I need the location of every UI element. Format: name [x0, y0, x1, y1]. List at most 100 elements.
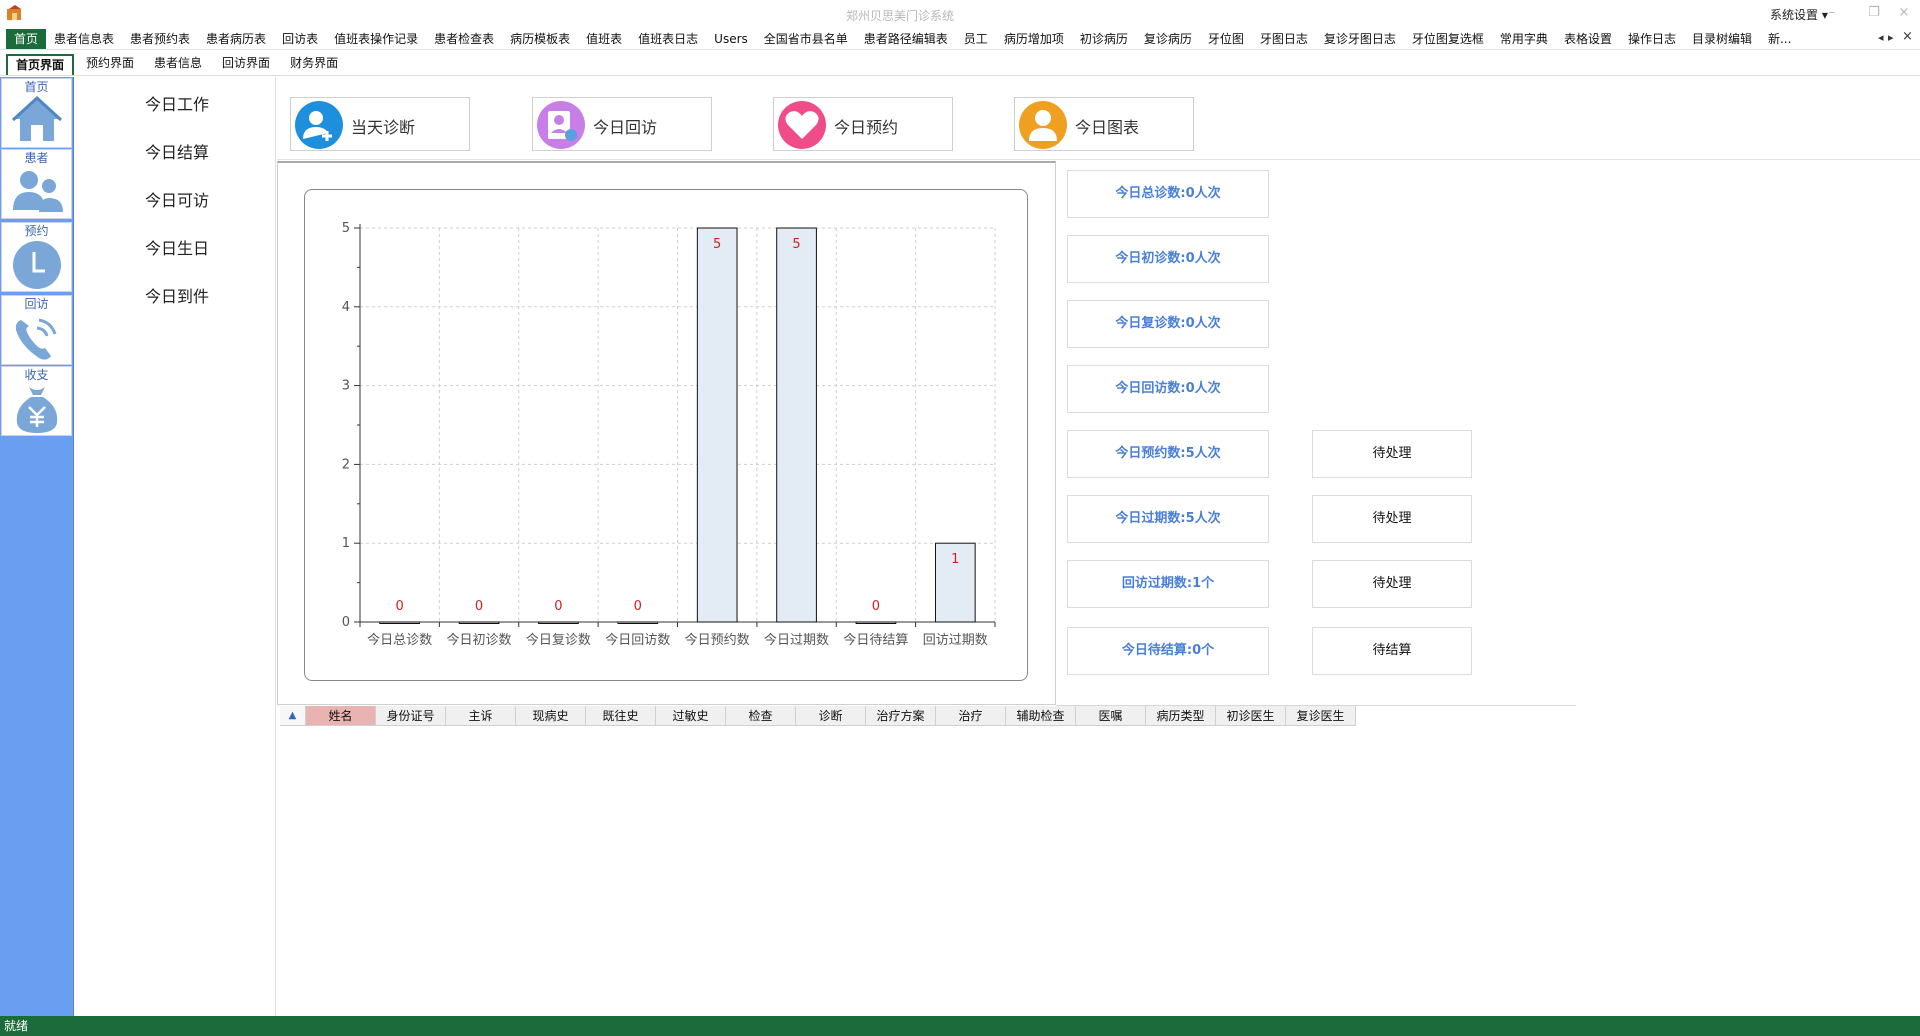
stat-box-1: 今日初诊数:0人次	[1067, 235, 1269, 283]
grid-column-header-0[interactable]: 姓名	[306, 706, 376, 726]
stat-action-button-5[interactable]: 待处理	[1312, 495, 1472, 543]
menu-item-17[interactable]: 牙位图	[1200, 29, 1252, 49]
stat-box-5: 今日过期数:5人次	[1067, 495, 1269, 543]
grid-column-header-2[interactable]: 主诉	[446, 706, 516, 726]
users-icon	[12, 171, 63, 212]
bar-4	[696, 227, 738, 623]
nav-followup-button[interactable]: 回访	[1, 295, 72, 365]
bar-value-label-5: 5	[792, 237, 800, 252]
menu-item-1[interactable]: 患者信息表	[46, 29, 122, 49]
menu-item-13[interactable]: 员工	[956, 29, 996, 49]
x-tick-label-2: 今日复诊数	[526, 632, 591, 648]
nav-finance-button[interactable]: 收支	[1, 366, 72, 436]
minimize-button[interactable]: –	[1818, 4, 1846, 22]
window-title: 郑州贝思美门诊系统	[845, 9, 954, 23]
grid-column-header-4[interactable]: 既往史	[586, 706, 656, 726]
menu-item-20[interactable]: 牙位图复选框	[1404, 29, 1492, 49]
today-item-3[interactable]: 今日生日	[145, 235, 209, 259]
grid-column-header-7[interactable]: 诊断	[796, 706, 866, 726]
grid-corner-lock-icon[interactable]: ▲	[280, 706, 306, 726]
sub-tab-bar: 首页界面 预约界面 患者信息 回访界面 财务界面	[0, 52, 1920, 76]
menu-item-21[interactable]: 常用字典	[1492, 29, 1556, 49]
menu-close-button[interactable]: ×	[1902, 29, 1913, 44]
quick-button-3[interactable]: 今日图表	[1014, 97, 1194, 151]
menu-item-15[interactable]: 初诊病历	[1072, 29, 1136, 49]
quick-button-2[interactable]: 今日预约	[773, 97, 953, 151]
y-tick-label-3: 3	[342, 379, 350, 394]
nav-followup-label: 回访	[24, 297, 49, 311]
menu-item-14[interactable]: 病历增加项	[996, 29, 1072, 49]
home-icon	[11, 95, 62, 141]
bar-value-label-1: 0	[475, 599, 483, 614]
menu-item-22[interactable]: 表格设置	[1556, 29, 1620, 49]
menu-item-7[interactable]: 病历模板表	[502, 29, 578, 49]
money-bag-icon	[16, 387, 57, 433]
restore-button[interactable]: ❐	[1860, 4, 1888, 22]
menu-item-19[interactable]: 复诊牙图日志	[1316, 29, 1404, 49]
menu-item-4[interactable]: 回访表	[274, 29, 326, 49]
grid-column-header-3[interactable]: 现病史	[516, 706, 586, 726]
menu-item-16[interactable]: 复诊病历	[1136, 29, 1200, 49]
nav-patients-button[interactable]: 患者	[1, 149, 72, 219]
bar-value-label-2: 0	[554, 599, 562, 614]
grid-column-header-8[interactable]: 治疗方案	[866, 706, 936, 726]
y-tick-label-2: 2	[342, 457, 350, 472]
menu-item-3[interactable]: 患者病历表	[198, 29, 274, 49]
grid-column-header-10[interactable]: 辅助检查	[1006, 706, 1076, 726]
y-tick-label-0: 0	[342, 615, 350, 630]
menu-item-25[interactable]: 新...	[1760, 29, 1799, 49]
menu-scroll-right-button[interactable]: ▸	[1888, 31, 1894, 44]
menu-item-6[interactable]: 患者检查表	[426, 29, 502, 49]
menu-item-18[interactable]: 牙图日志	[1252, 29, 1316, 49]
menu-scroll-left-button[interactable]: ◂	[1878, 31, 1884, 44]
quick-button-0[interactable]: 当天诊断	[290, 97, 470, 151]
grid-column-header-11[interactable]: 医嘱	[1076, 706, 1146, 726]
grid-column-header-5[interactable]: 过敏史	[656, 706, 726, 726]
menu-item-9[interactable]: 值班表日志	[630, 29, 706, 49]
stat-box-4: 今日预约数:5人次	[1067, 430, 1269, 478]
menu-item-23[interactable]: 操作日志	[1620, 29, 1684, 49]
x-tick-label-1: 今日初诊数	[447, 632, 512, 648]
menu-item-8[interactable]: 值班表	[578, 29, 630, 49]
nav-appointment-button[interactable]: 预约	[1, 222, 72, 292]
y-tick-label-4: 4	[342, 300, 350, 315]
stat-action-button-6[interactable]: 待处理	[1312, 560, 1472, 608]
subtab-4[interactable]: 财务界面	[282, 54, 346, 75]
menu-item-0[interactable]: 首页	[6, 28, 47, 49]
grid-column-header-6[interactable]: 检查	[726, 706, 796, 726]
grid-column-header-14[interactable]: 复诊医生	[1286, 706, 1356, 726]
stat-action-button-4[interactable]: 待处理	[1312, 430, 1472, 478]
nav-home-button[interactable]: 首页	[1, 78, 72, 148]
quick-button-1[interactable]: 今日回访	[532, 97, 712, 151]
grid-column-header-13[interactable]: 初诊医生	[1216, 706, 1286, 726]
menu-item-10[interactable]: Users	[706, 29, 756, 49]
today-item-4[interactable]: 今日到件	[145, 283, 209, 307]
subtab-1[interactable]: 预约界面	[78, 54, 142, 75]
menu-item-5[interactable]: 值班表操作记录	[326, 29, 426, 49]
bar-value-label-3: 0	[634, 599, 642, 614]
grid-column-header-1[interactable]: 身份证号	[376, 706, 446, 726]
bar-6	[855, 621, 897, 624]
menu-item-11[interactable]: 全国省市县名单	[756, 29, 856, 49]
nav-finance-label: 收支	[24, 368, 49, 382]
today-item-1[interactable]: 今日结算	[145, 139, 209, 163]
section-divider	[277, 159, 1920, 160]
today-item-2[interactable]: 今日可访	[145, 187, 209, 211]
bar-value-label-4: 5	[713, 237, 721, 252]
phone-icon	[15, 318, 56, 360]
subtab-3[interactable]: 回访界面	[214, 54, 278, 75]
subtab-2[interactable]: 患者信息	[146, 54, 210, 75]
stat-action-button-7[interactable]: 待结算	[1312, 627, 1472, 675]
grid-column-header-12[interactable]: 病历类型	[1146, 706, 1216, 726]
nav-home-label: 首页	[24, 80, 49, 94]
add-user-icon	[295, 101, 343, 149]
today-item-0[interactable]: 今日工作	[145, 91, 209, 115]
grid-column-header-9[interactable]: 治疗	[936, 706, 1006, 726]
bar-chart: 0 1 2 3 4 5 0 今日总诊数 0 今日初诊数 0 今日复诊数 0 今日回访数 5 今日预约数 5 今日过…	[342, 221, 996, 648]
chart-frame: 0 1 2 3 4 5 0 今日总诊数 0 今日初诊数 0 今日复诊数 0 今日回访数 5 今日预约数 5 今日过…	[304, 189, 1028, 681]
menu-item-2[interactable]: 患者预约表	[122, 29, 198, 49]
menu-item-12[interactable]: 患者路径编辑表	[856, 29, 956, 49]
menu-item-24[interactable]: 目录树编辑	[1684, 29, 1760, 49]
close-window-button[interactable]: ×	[1890, 4, 1918, 22]
subtab-0[interactable]: 首页界面	[6, 54, 75, 75]
